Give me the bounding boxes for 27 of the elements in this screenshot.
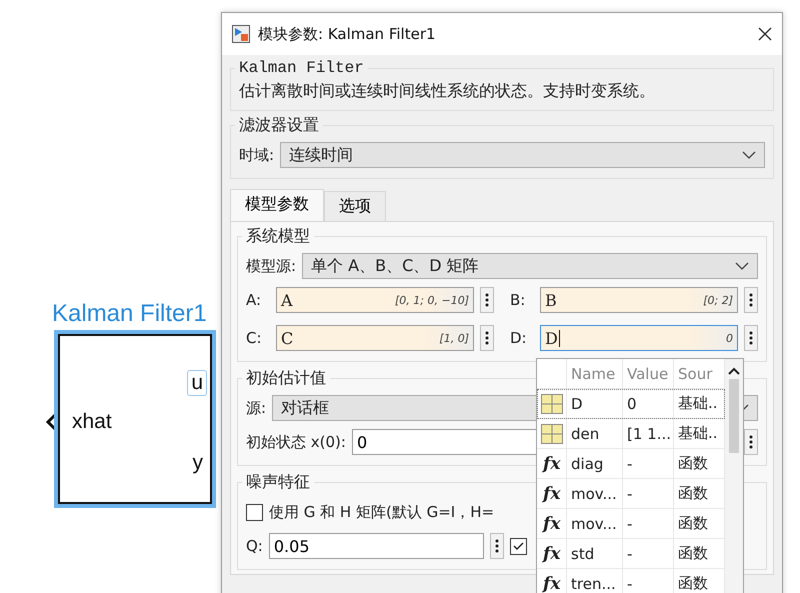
function-icon: fx [541, 544, 560, 564]
window-title: 模块参数: Kalman Filter1 [258, 24, 437, 44]
field-label: D: [510, 329, 528, 347]
group-title: 系统模型 [245, 226, 311, 247]
column-header: Value [623, 359, 674, 388]
field-label: Q: [246, 537, 263, 555]
port-label: xhat [72, 410, 112, 434]
column-header: Name [567, 359, 623, 388]
block-name: Kalman Filter1 [52, 300, 207, 328]
field-label: 模型源: [246, 256, 296, 276]
checkbox-label: 使用 G 和 H 矩阵(默认 G=I，H= [269, 502, 494, 522]
function-icon: fx [541, 454, 560, 474]
field-label: C: [246, 329, 263, 347]
group-title: 滤波器设置 [238, 115, 320, 136]
block-type: Kalman Filter [238, 59, 365, 77]
field-label: 源: [246, 398, 266, 418]
group-title: 噪声特征 [245, 472, 311, 493]
function-icon: fx [541, 574, 560, 593]
field-label: B: [510, 291, 526, 309]
port-label: u [187, 370, 207, 396]
function-icon: fx [541, 484, 560, 504]
field-label: 初始状态 x(0): [246, 432, 346, 452]
group-title: 初始估计值 [245, 368, 327, 389]
block-description: 估计离散时间或连续时间线性系统的状态。支持时变系统。 [239, 80, 656, 102]
field-label: A: [246, 291, 262, 309]
function-icon: fx [541, 514, 560, 534]
field-label: 时域: [239, 146, 274, 164]
